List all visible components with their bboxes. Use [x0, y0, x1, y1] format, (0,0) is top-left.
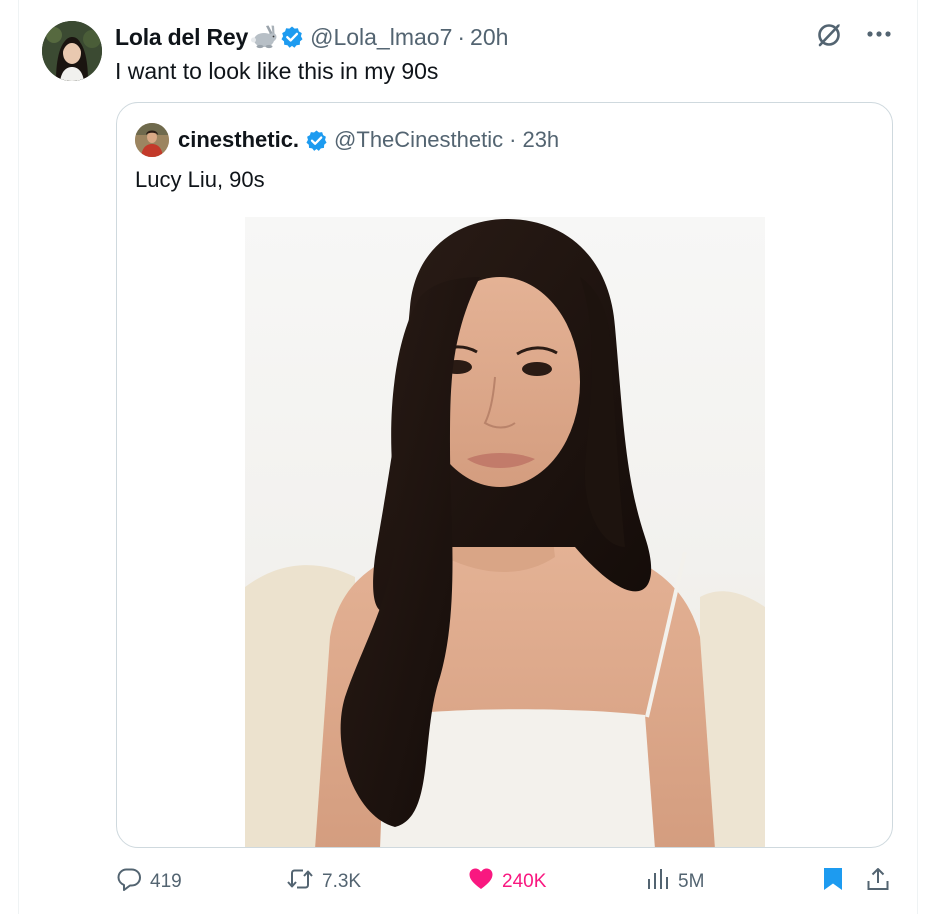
share-icon: [866, 866, 890, 898]
author-avatar[interactable]: [42, 21, 102, 81]
like-count: 240K: [502, 871, 547, 892]
tweet-top-right-controls: [816, 20, 892, 48]
rabbit-emoji-icon: [249, 25, 277, 54]
tweet-header: Lola del Rey @Lola_lmao7 · 20h: [115, 20, 508, 54]
bookmark-icon: [822, 866, 844, 898]
views-button[interactable]: 5M: [646, 862, 704, 902]
heart-icon: [468, 867, 494, 897]
author-display-name[interactable]: Lola del Rey: [115, 24, 248, 51]
reply-count: 419: [150, 871, 182, 892]
avatar-photo-icon: [42, 21, 102, 81]
tweet-text: I want to look like this in my 90s: [115, 58, 439, 84]
quoted-author-avatar[interactable]: [135, 123, 169, 157]
repost-count: 7.3K: [322, 871, 362, 892]
repost-icon: [286, 866, 314, 898]
bookmark-button[interactable]: [822, 862, 844, 902]
quoted-tweet-photo[interactable]: [245, 217, 765, 847]
reply-icon: [116, 866, 142, 898]
more-options-icon[interactable]: [866, 30, 892, 38]
tweet-timestamp[interactable]: 20h: [470, 24, 508, 51]
author-handle[interactable]: @Lola_lmao7: [310, 24, 452, 51]
quoted-avatar-photo-icon: [135, 123, 169, 157]
separator-dot: ·: [457, 23, 466, 50]
quoted-tweet[interactable]: cinesthetic. @TheCinesthetic · 23h Lucy …: [116, 102, 893, 848]
share-button[interactable]: [866, 862, 890, 902]
quoted-verified-badge-icon[interactable]: [305, 129, 328, 152]
quoted-author-handle[interactable]: @TheCinesthetic: [334, 127, 503, 153]
like-button[interactable]: 240K: [468, 862, 546, 902]
quoted-author-display-name[interactable]: cinesthetic.: [178, 127, 299, 153]
verified-badge-icon[interactable]: [280, 25, 304, 49]
views-chart-icon: [646, 867, 670, 897]
quoted-separator-dot: ·: [509, 127, 517, 152]
quoted-tweet-text: Lucy Liu, 90s: [135, 167, 265, 192]
views-count: 5M: [678, 871, 705, 892]
portrait-photo-icon: [245, 217, 765, 847]
grok-icon[interactable]: [816, 20, 844, 48]
quoted-timestamp[interactable]: 23h: [522, 127, 559, 153]
quoted-tweet-header: cinesthetic. @TheCinesthetic · 23h: [135, 123, 559, 157]
repost-button[interactable]: 7.3K: [286, 862, 361, 902]
reply-button[interactable]: 419: [116, 862, 182, 902]
tweet-action-bar: 419 7.3K 240K 5M: [116, 862, 893, 902]
